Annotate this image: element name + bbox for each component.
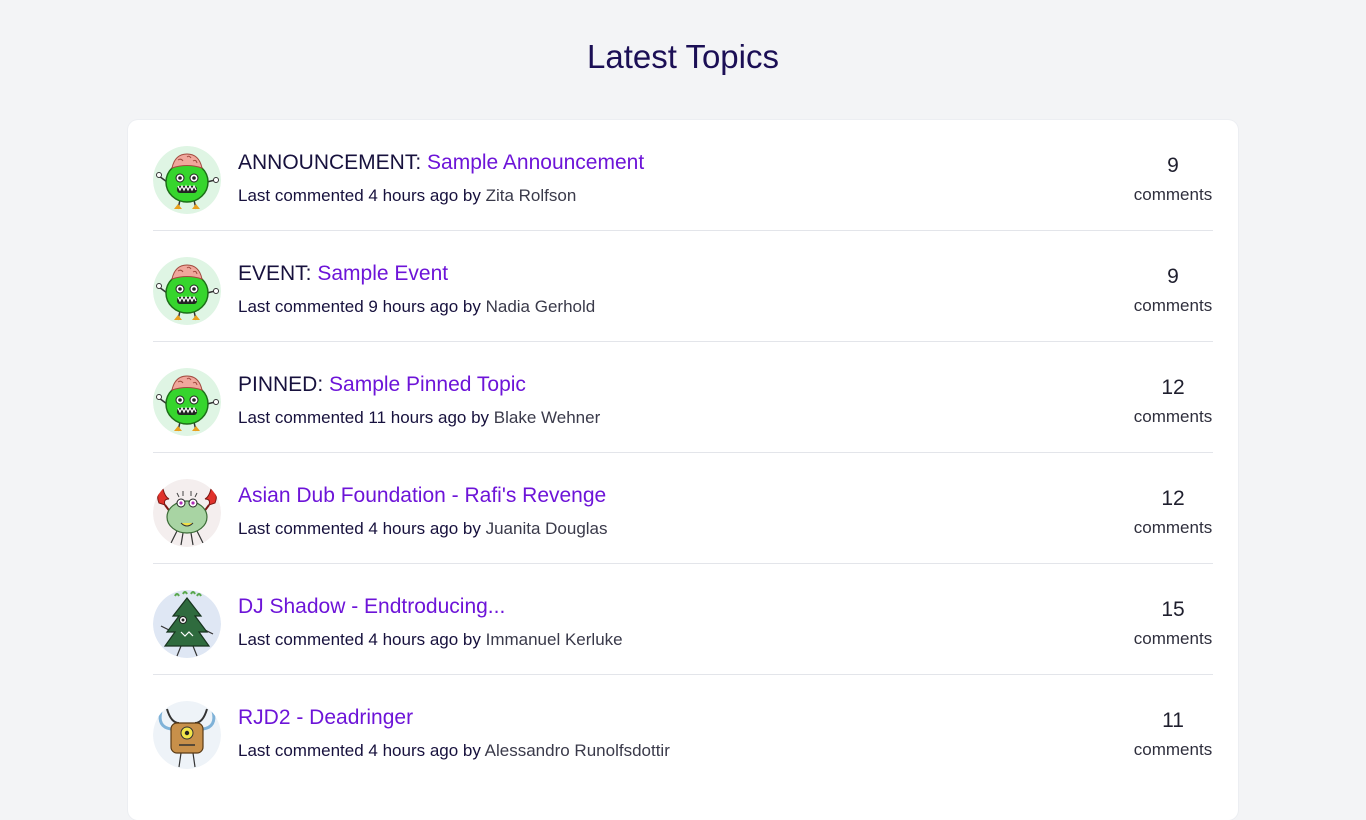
topic-category-label: ANNOUNCEMENT: — [238, 151, 428, 174]
topic-row: ANNOUNCEMENT: Sample Announcement Last c… — [153, 120, 1213, 231]
topic-link[interactable]: RJD2 - Deadringer — [238, 706, 413, 729]
comment-count-number: 9 — [1167, 154, 1179, 177]
comment-count: 9 comments — [1133, 154, 1213, 205]
comment-count-label: comments — [1133, 740, 1213, 759]
topic-link[interactable]: Sample Pinned Topic — [329, 373, 526, 396]
topic-title: EVENT: Sample Event — [238, 262, 448, 286]
topic-meta: Last commented 4 hours ago by Alessandro… — [238, 741, 670, 761]
topic-title: Asian Dub Foundation - Rafi's Revenge — [238, 484, 606, 508]
comment-count: 11 comments — [1133, 709, 1213, 760]
topic-row: EVENT: Sample Event Last commented 9 hou… — [153, 231, 1213, 342]
green-monster-avatar-icon[interactable] — [153, 257, 221, 325]
comment-count-label: comments — [1133, 518, 1213, 537]
topic-row: PINNED: Sample Pinned Topic Last comment… — [153, 342, 1213, 453]
author-name[interactable]: Zita Rolfson — [486, 186, 577, 205]
comment-count: 12 comments — [1133, 487, 1213, 538]
topic-meta: Last commented 4 hours ago by Immanuel K… — [238, 630, 623, 650]
author-name[interactable]: Blake Wehner — [494, 408, 600, 427]
author-name[interactable]: Nadia Gerhold — [486, 297, 596, 316]
author-name[interactable]: Juanita Douglas — [486, 519, 608, 538]
comment-count-number: 12 — [1161, 376, 1185, 399]
last-commented-text: Last commented 9 hours ago by — [238, 297, 486, 316]
topics-card: ANNOUNCEMENT: Sample Announcement Last c… — [128, 120, 1238, 820]
author-name[interactable]: Alessandro Runolfsdottir — [485, 741, 670, 760]
comment-count: 15 comments — [1133, 598, 1213, 649]
crab-monster-avatar-icon[interactable] — [153, 479, 221, 547]
last-commented-text: Last commented 4 hours ago by — [238, 519, 486, 538]
comment-count-label: comments — [1133, 629, 1213, 648]
last-commented-text: Last commented 4 hours ago by — [238, 630, 486, 649]
green-monster-avatar-icon[interactable] — [153, 368, 221, 436]
topic-category-label: PINNED: — [238, 373, 330, 396]
topic-link[interactable]: Asian Dub Foundation - Rafi's Revenge — [238, 484, 606, 507]
topic-meta: Last commented 4 hours ago by Zita Rolfs… — [238, 186, 576, 206]
topic-list: ANNOUNCEMENT: Sample Announcement Last c… — [128, 120, 1238, 786]
horned-monster-avatar-icon[interactable] — [153, 701, 221, 769]
author-name[interactable]: Immanuel Kerluke — [486, 630, 623, 649]
last-commented-text: Last commented 4 hours ago by — [238, 741, 485, 760]
comment-count-number: 12 — [1161, 487, 1185, 510]
topic-row: RJD2 - Deadringer Last commented 4 hours… — [153, 675, 1213, 786]
green-monster-avatar-icon[interactable] — [153, 146, 221, 214]
topic-meta: Last commented 9 hours ago by Nadia Gerh… — [238, 297, 595, 317]
comment-count: 9 comments — [1133, 265, 1213, 316]
topic-meta: Last commented 11 hours ago by Blake Weh… — [238, 408, 600, 428]
comment-count-number: 15 — [1161, 598, 1185, 621]
last-commented-text: Last commented 4 hours ago by — [238, 186, 486, 205]
topic-title: PINNED: Sample Pinned Topic — [238, 373, 526, 397]
topic-title: DJ Shadow - Endtroducing... — [238, 595, 505, 619]
last-commented-text: Last commented 11 hours ago by — [238, 408, 494, 427]
topic-link[interactable]: Sample Event — [317, 262, 448, 285]
tree-monster-avatar-icon[interactable] — [153, 590, 221, 658]
comment-count-label: comments — [1133, 407, 1213, 426]
comment-count: 12 comments — [1133, 376, 1213, 427]
topic-title: RJD2 - Deadringer — [238, 706, 413, 730]
comment-count-label: comments — [1133, 296, 1213, 315]
comment-count-label: comments — [1133, 185, 1213, 204]
topic-category-label: EVENT: — [238, 262, 318, 285]
topic-row: Asian Dub Foundation - Rafi's Revenge La… — [153, 453, 1213, 564]
topic-link[interactable]: DJ Shadow - Endtroducing... — [238, 595, 505, 618]
page-title: Latest Topics — [586, 38, 779, 75]
topic-link[interactable]: Sample Announcement — [427, 151, 644, 174]
topic-title: ANNOUNCEMENT: Sample Announcement — [238, 151, 644, 175]
comment-count-number: 11 — [1162, 709, 1184, 732]
topic-meta: Last commented 4 hours ago by Juanita Do… — [238, 519, 608, 539]
comment-count-number: 9 — [1167, 265, 1179, 288]
topic-row: DJ Shadow - Endtroducing... Last comment… — [153, 564, 1213, 675]
